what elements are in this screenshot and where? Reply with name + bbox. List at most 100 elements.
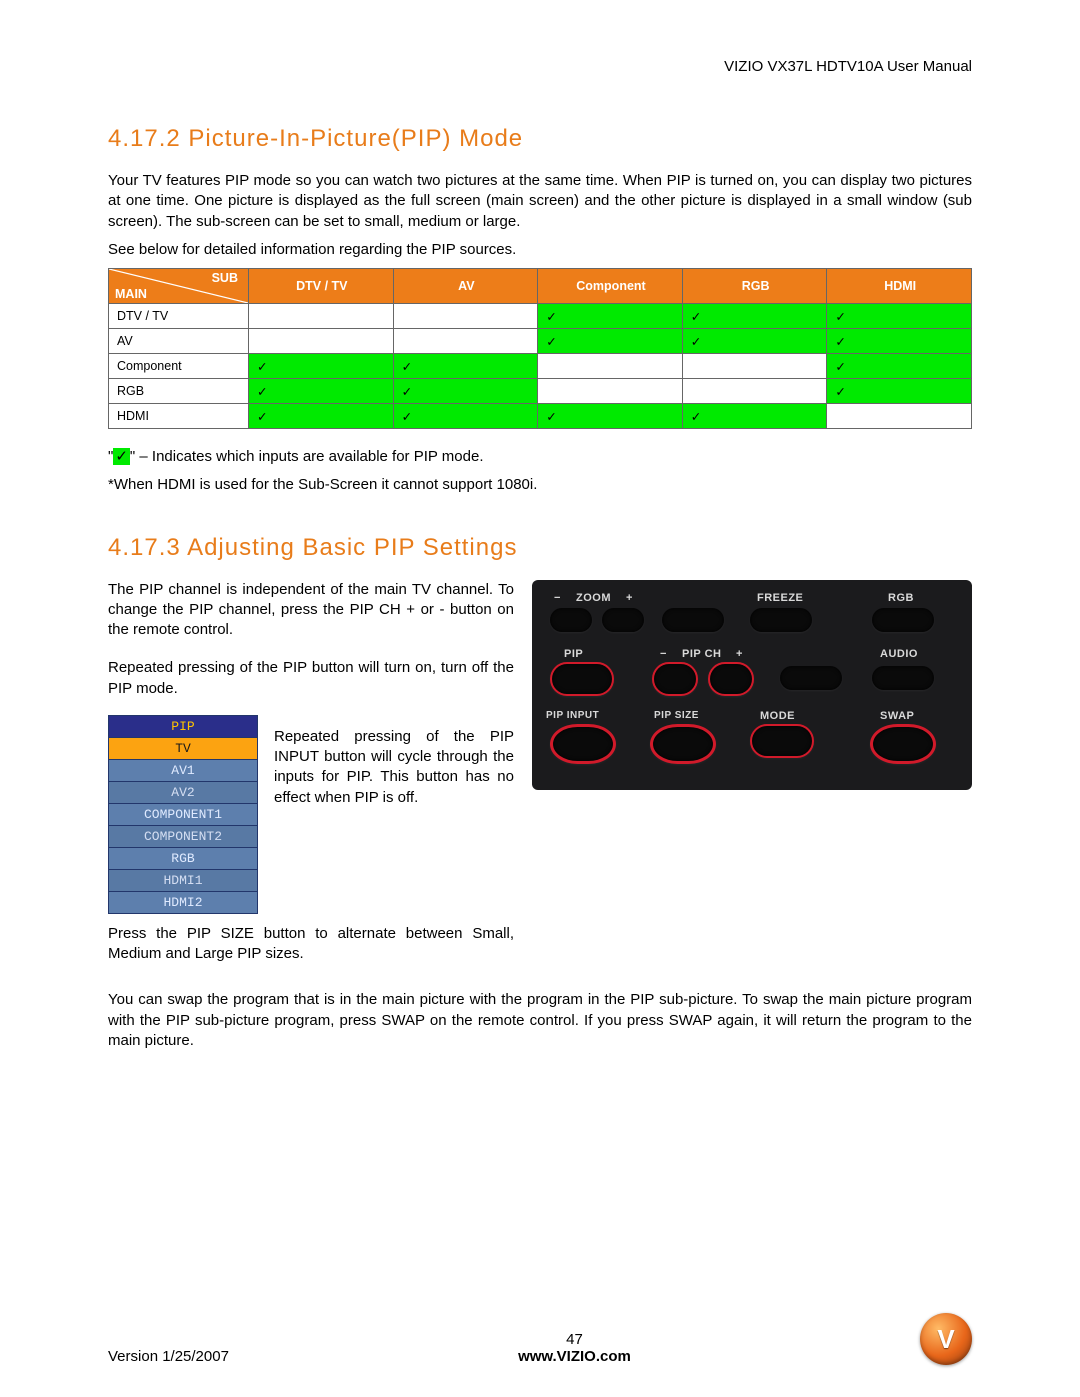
table-cell: ✓ bbox=[249, 379, 394, 404]
table-cell bbox=[538, 354, 683, 379]
pip-menu-item: AV1 bbox=[109, 759, 258, 781]
remote-control-image: − ZOOM + FREEZE RGB PIP − PIP CH + AUDIO bbox=[532, 580, 972, 790]
table-row: AV✓✓✓ bbox=[109, 329, 972, 354]
table-cell: ✓ bbox=[538, 329, 683, 354]
audio-label: AUDIO bbox=[880, 648, 918, 660]
page-footer: Version 1/25/2007 47 www.VIZIO.com V bbox=[108, 1313, 972, 1365]
pipch-minus-label: − bbox=[660, 648, 667, 660]
pip-label: PIP bbox=[564, 648, 583, 660]
pip-menu-item: AV2 bbox=[109, 781, 258, 803]
footer-version: Version 1/25/2007 bbox=[108, 1348, 229, 1365]
table-cell: ✓ bbox=[538, 304, 683, 329]
table-cell: ✓ bbox=[827, 329, 972, 354]
col-rgb: RGB bbox=[682, 269, 827, 304]
zoom-minus-label: − bbox=[554, 592, 561, 604]
pip-input-menu: PIP TV AV1 AV2 COMPONENT1 COMPONENT2 RGB… bbox=[108, 715, 258, 914]
blank-button[interactable] bbox=[780, 666, 842, 690]
pip-button[interactable] bbox=[550, 662, 614, 696]
table-cell: ✓ bbox=[827, 379, 972, 404]
swap-button[interactable] bbox=[870, 724, 936, 764]
table-cell: ✓ bbox=[393, 404, 538, 429]
table-header-diag: SUB MAIN bbox=[109, 269, 249, 304]
table-cell: ✓ bbox=[682, 404, 827, 429]
section-heading-pip-mode: 4.17.2 Picture-In-Picture(PIP) Mode bbox=[108, 125, 972, 153]
zoom-minus-button[interactable] bbox=[550, 608, 592, 632]
swap-label: SWAP bbox=[880, 710, 914, 722]
pip-input-button[interactable] bbox=[550, 724, 616, 764]
check-icon: ✓ bbox=[113, 448, 130, 465]
pip-menu-item: HDMI2 bbox=[109, 891, 258, 913]
freeze-label: FREEZE bbox=[757, 592, 803, 604]
rgb-button[interactable] bbox=[872, 608, 934, 632]
table-cell: ✓ bbox=[827, 354, 972, 379]
pipch-plus-button[interactable] bbox=[708, 662, 754, 696]
pipch-minus-button[interactable] bbox=[652, 662, 698, 696]
row-label: Component bbox=[109, 354, 249, 379]
pip-input-label: PIP INPUT bbox=[546, 710, 599, 721]
row-label: HDMI bbox=[109, 404, 249, 429]
table-cell: ✓ bbox=[393, 379, 538, 404]
table-cell bbox=[393, 329, 538, 354]
mode-label: MODE bbox=[760, 710, 795, 722]
blank-button[interactable] bbox=[662, 608, 724, 632]
zoom-label: ZOOM bbox=[576, 592, 611, 604]
pipch-plus-label: + bbox=[736, 648, 743, 660]
table-cell: ✓ bbox=[682, 329, 827, 354]
col-av: AV bbox=[393, 269, 538, 304]
pip-menu-item-selected: TV bbox=[109, 737, 258, 759]
audio-button[interactable] bbox=[872, 666, 934, 690]
pip-size-label: PIP SIZE bbox=[654, 710, 699, 721]
col-dtv: DTV / TV bbox=[249, 269, 394, 304]
pip-mode-see-below: See below for detailed information regar… bbox=[108, 240, 972, 260]
pip-size-button[interactable] bbox=[650, 724, 716, 764]
row-label: AV bbox=[109, 329, 249, 354]
col-hdmi: HDMI bbox=[827, 269, 972, 304]
rgb-label: RGB bbox=[888, 592, 914, 604]
mode-button[interactable] bbox=[750, 724, 814, 758]
col-component: Component bbox=[538, 269, 683, 304]
pip-menu-item: HDMI1 bbox=[109, 869, 258, 891]
row-label: RGB bbox=[109, 379, 249, 404]
pip-menu-item: RGB bbox=[109, 847, 258, 869]
table-row: HDMI✓✓✓✓ bbox=[109, 404, 972, 429]
pip-size-paragraph: Press the PIP SIZE button to alternate b… bbox=[108, 924, 514, 965]
table-cell: ✓ bbox=[249, 404, 394, 429]
document-header: VIZIO VX37L HDTV10A User Manual bbox=[108, 58, 972, 75]
pip-swap-paragraph: You can swap the program that is in the … bbox=[108, 990, 972, 1051]
table-cell bbox=[249, 329, 394, 354]
footer-page-number: 47 bbox=[229, 1331, 920, 1348]
table-cell: ✓ bbox=[682, 304, 827, 329]
pip-button-paragraph: Repeated pressing of the PIP button will… bbox=[108, 658, 514, 699]
table-cell bbox=[393, 304, 538, 329]
pipch-label: PIP CH bbox=[682, 648, 721, 660]
zoom-plus-button[interactable] bbox=[602, 608, 644, 632]
pip-legend: "✓" – Indicates which inputs are availab… bbox=[108, 447, 972, 467]
row-label: DTV / TV bbox=[109, 304, 249, 329]
table-cell: ✓ bbox=[827, 304, 972, 329]
table-cell bbox=[249, 304, 394, 329]
footer-website: www.VIZIO.com bbox=[229, 1348, 920, 1365]
table-cell: ✓ bbox=[393, 354, 538, 379]
table-cell: ✓ bbox=[538, 404, 683, 429]
table-header-sub: SUB bbox=[212, 271, 238, 285]
zoom-plus-label: + bbox=[626, 592, 633, 604]
table-cell bbox=[682, 354, 827, 379]
freeze-button[interactable] bbox=[750, 608, 812, 632]
table-row: RGB✓✓✓ bbox=[109, 379, 972, 404]
pip-menu-item: COMPONENT2 bbox=[109, 825, 258, 847]
table-row: Component✓✓✓ bbox=[109, 354, 972, 379]
table-header-main: MAIN bbox=[115, 287, 147, 301]
section-heading-adjusting-pip: 4.17.3 Adjusting Basic PIP Settings bbox=[108, 534, 972, 562]
table-row: DTV / TV✓✓✓ bbox=[109, 304, 972, 329]
pip-channel-paragraph: The PIP channel is independent of the ma… bbox=[108, 580, 514, 641]
table-cell: ✓ bbox=[249, 354, 394, 379]
table-cell bbox=[827, 404, 972, 429]
table-cell bbox=[682, 379, 827, 404]
pip-input-paragraph: Repeated pressing of the PIP INPUT butto… bbox=[274, 727, 514, 808]
pip-menu-item: COMPONENT1 bbox=[109, 803, 258, 825]
table-cell bbox=[538, 379, 683, 404]
pip-mode-description: Your TV features PIP mode so you can wat… bbox=[108, 171, 972, 232]
pip-menu-title: PIP bbox=[109, 715, 258, 737]
pip-hdmi-note: *When HDMI is used for the Sub-Screen it… bbox=[108, 475, 972, 495]
vizio-logo-icon: V bbox=[920, 1313, 972, 1365]
